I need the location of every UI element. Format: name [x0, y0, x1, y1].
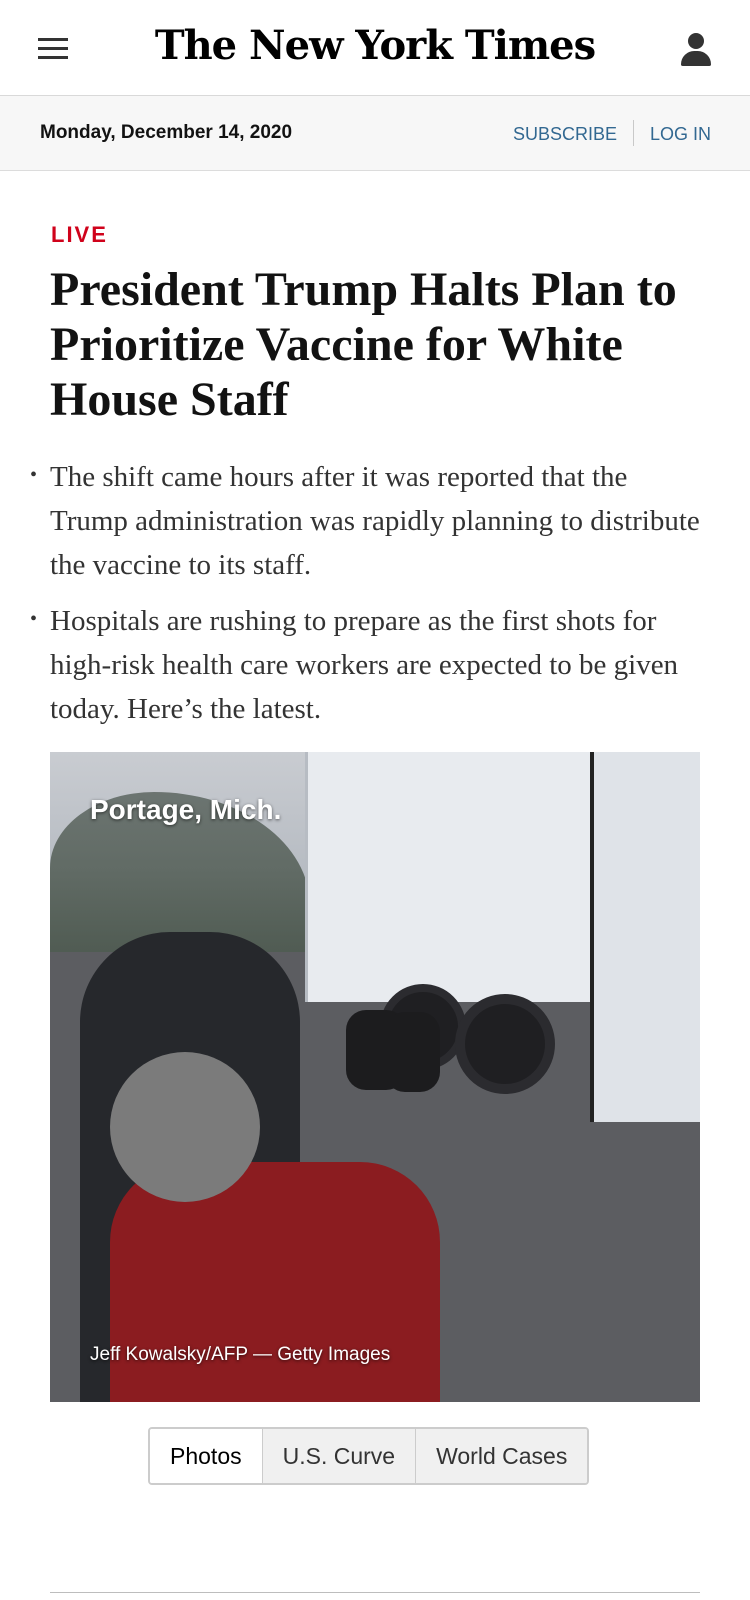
subscribe-link[interactable]: SUBSCRIBE [513, 124, 617, 145]
summary-item: • Hospitals are rushing to prepare as th… [30, 599, 710, 731]
date-bar: Monday, December 14, 2020 SUBSCRIBE LOG … [0, 96, 750, 171]
summary-list: • The shift came hours after it was repo… [30, 455, 710, 743]
bullet-icon: • [30, 464, 38, 486]
user-icon[interactable] [680, 33, 712, 67]
tab-photos[interactable]: Photos [150, 1429, 262, 1483]
photo-credit: Jeff Kowalsky/AFP — Getty Images [90, 1344, 391, 1365]
site-logo[interactable]: The New York Times [0, 22, 750, 69]
lead-photo[interactable]: Portage, Mich. Jeff Kowalsky/AFP — Getty… [50, 752, 700, 1402]
tab-world-cases[interactable]: World Cases [415, 1429, 588, 1483]
article-headline[interactable]: President Trump Halts Plan to Prioritize… [50, 262, 710, 427]
top-bar: The New York Times [0, 0, 750, 96]
summary-text: Hospitals are rushing to prepare as the … [50, 605, 679, 725]
bullet-icon: • [30, 608, 38, 630]
divider [633, 120, 634, 146]
photo-location: Portage, Mich. [90, 794, 282, 825]
summary-item: • The shift came hours after it was repo… [30, 455, 710, 587]
tab-us-curve[interactable]: U.S. Curve [261, 1429, 416, 1483]
section-divider [50, 1592, 700, 1593]
current-date: Monday, December 14, 2020 [40, 122, 293, 143]
summary-text: The shift came hours after it was report… [50, 461, 700, 581]
login-link[interactable]: LOG IN [650, 124, 711, 145]
truck-cab [590, 752, 700, 1122]
live-label: LIVE [51, 222, 108, 247]
media-tabs: Photos U.S. Curve World Cases [148, 1427, 590, 1485]
